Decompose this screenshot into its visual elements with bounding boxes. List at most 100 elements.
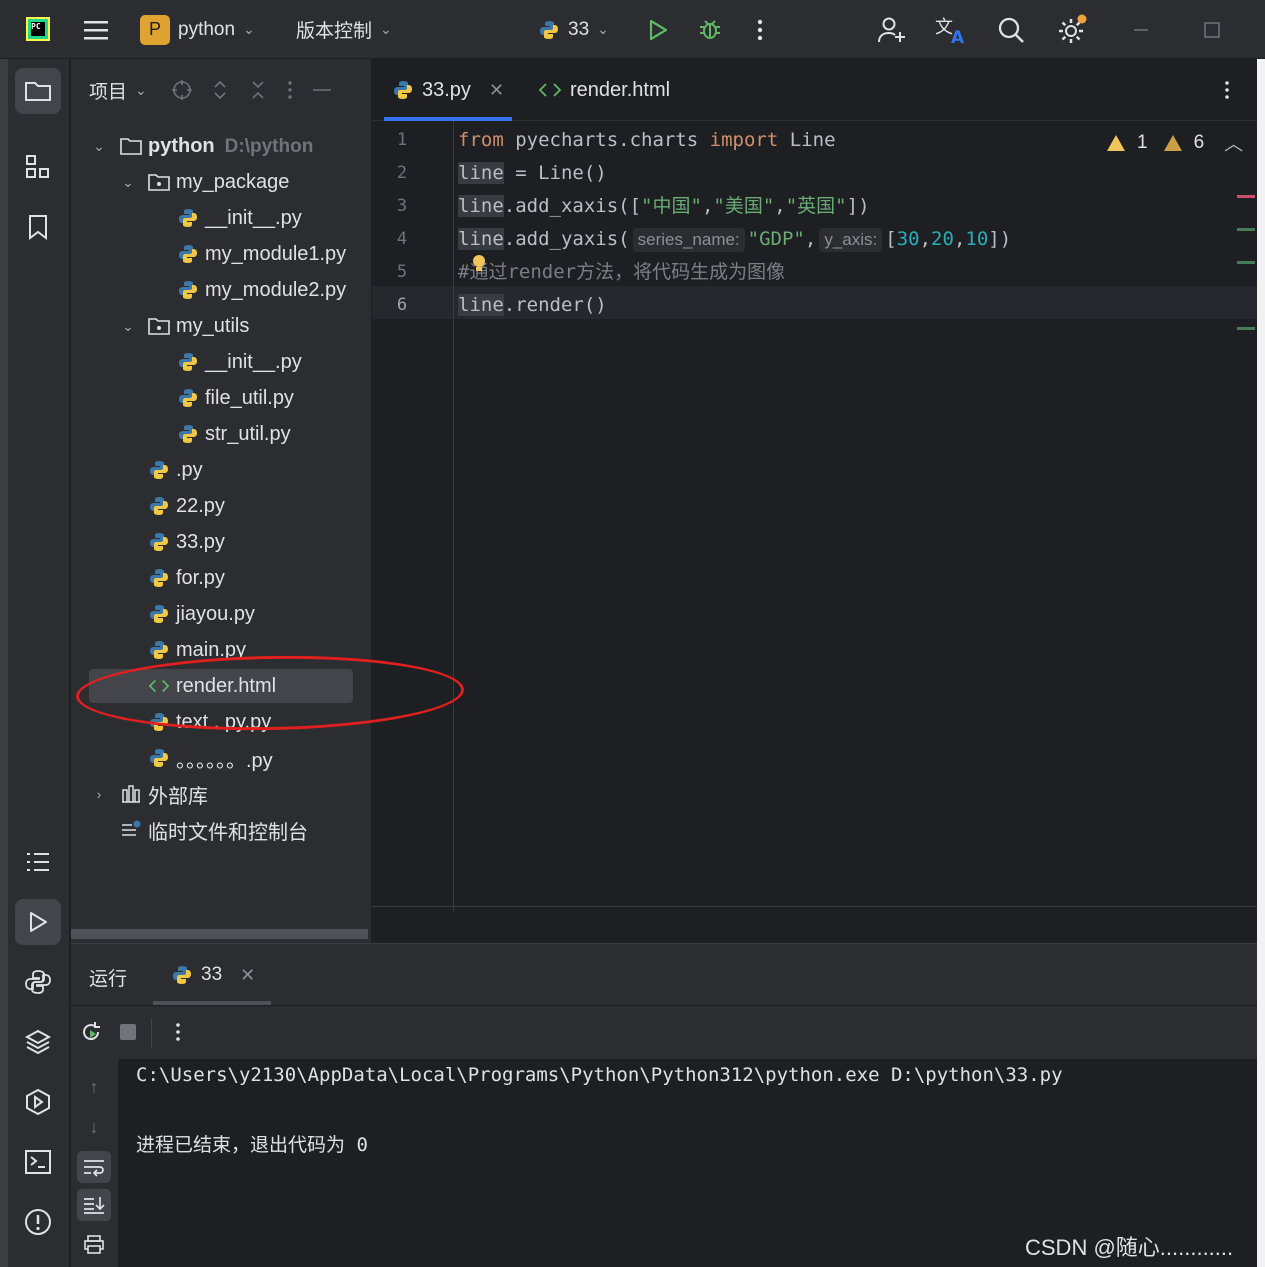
close-icon[interactable]: ✕ xyxy=(489,80,504,101)
code-line-5: #通过render方法，将代码生成为图像 xyxy=(458,261,786,283)
more-vertical-icon xyxy=(757,19,763,40)
chevron-down-icon[interactable]: ⌄ xyxy=(91,138,107,155)
tree-item-file[interactable]: main.py xyxy=(71,633,371,667)
previous-highlight-icon[interactable]: ︿ xyxy=(1224,129,1243,156)
run-config-selector[interactable]: 33 ⌄ xyxy=(538,0,609,59)
error-stripe-mark[interactable] xyxy=(1237,261,1255,264)
tree-item-label: 22.py xyxy=(176,494,225,517)
todo-tool-button[interactable] xyxy=(15,839,61,885)
main-menu-button[interactable] xyxy=(82,0,110,59)
python-packages-tool-button[interactable] xyxy=(15,1019,61,1065)
more-vertical-icon[interactable] xyxy=(285,79,295,101)
tree-item-my-utils[interactable]: ⌄ my_utils xyxy=(71,309,371,343)
collapse-all-icon[interactable] xyxy=(247,79,269,101)
python-file-icon xyxy=(148,711,170,733)
error-stripe-mark[interactable] xyxy=(1237,327,1255,330)
error-stripe-mark[interactable] xyxy=(1237,195,1255,198)
stop-icon[interactable] xyxy=(119,1023,137,1041)
close-icon[interactable]: ✕ xyxy=(240,965,255,986)
project-panel-header[interactable]: 项目 ⌄ xyxy=(89,77,147,104)
tab-options-button[interactable] xyxy=(1222,59,1232,121)
python-file-icon xyxy=(177,243,199,265)
run-tab-33[interactable]: 33 ✕ xyxy=(171,964,255,986)
lightbulb-icon[interactable] xyxy=(471,253,487,273)
scroll-to-end-icon[interactable] xyxy=(77,1189,111,1221)
chevron-right-icon[interactable]: › xyxy=(91,786,107,802)
tree-item-file[interactable]: my_module2.py xyxy=(71,273,371,307)
run-icon xyxy=(649,19,668,40)
run-config-name: 33 xyxy=(568,18,590,40)
error-stripe-mark[interactable] xyxy=(1237,228,1255,231)
tree-item-python[interactable]: ⌄ python D:\python xyxy=(71,129,371,163)
folder-icon xyxy=(120,135,142,157)
soft-wrap-icon[interactable] xyxy=(77,1151,111,1183)
python-file-icon xyxy=(177,279,199,301)
tree-item-file[interactable]: 33.py xyxy=(71,525,371,559)
debug-button[interactable] xyxy=(697,0,723,59)
layers-icon xyxy=(24,1029,52,1055)
hide-panel-icon[interactable] xyxy=(311,79,333,101)
maximize-button[interactable] xyxy=(1202,0,1222,59)
line-number: 1 xyxy=(396,130,408,150)
expand-all-icon[interactable] xyxy=(209,79,231,101)
bookmarks-tool-button[interactable] xyxy=(15,204,61,250)
tree-item-file[interactable]: for.py xyxy=(71,561,371,595)
print-icon[interactable] xyxy=(77,1229,111,1261)
warning-count: 1 xyxy=(1137,131,1148,153)
editor-area: 33.py ✕ render.html 1 2 3 4 5 6 from pye… xyxy=(372,59,1265,943)
python-console-tool-button[interactable] xyxy=(15,959,61,1005)
tree-item-file[interactable]: __init__.py xyxy=(71,345,371,379)
tree-item-file[interactable]: file_util.py xyxy=(71,381,371,415)
python-file-icon xyxy=(177,351,199,373)
inspection-widget[interactable]: 1 6 ︿ ﹀ xyxy=(1107,129,1265,156)
tree-item-file[interactable]: text . py.py xyxy=(71,705,371,739)
scroll-down-icon[interactable]: ↓ xyxy=(77,1111,111,1143)
problems-tool-button[interactable] xyxy=(15,1199,61,1245)
tree-item-label: 33.py xyxy=(176,530,225,553)
more-actions-button[interactable] xyxy=(755,0,765,59)
tree-item-file[interactable]: my_module1.py xyxy=(71,237,371,271)
html-file-icon xyxy=(538,83,562,97)
code-with-me-button[interactable] xyxy=(877,0,907,59)
project-selector[interactable]: P python ⌄ xyxy=(140,0,255,59)
tab-33-py[interactable]: 33.py ✕ xyxy=(383,59,513,121)
chevron-down-icon[interactable]: ⌄ xyxy=(120,318,136,335)
settings-button[interactable] xyxy=(1056,0,1088,59)
chevron-down-icon[interactable]: ⌄ xyxy=(120,174,136,191)
tree-item-file[interactable]: jiayou.py xyxy=(71,597,371,631)
tree-item-label: my_utils xyxy=(176,314,250,337)
services-icon xyxy=(26,1088,50,1116)
locate-icon[interactable] xyxy=(171,79,193,101)
tree-item-label: text . py.py xyxy=(176,710,272,733)
more-vertical-icon[interactable] xyxy=(173,1021,183,1043)
tree-item-file[interactable]: __init__.py xyxy=(71,201,371,235)
tree-item-label: 外部库 xyxy=(148,785,208,808)
run-icon xyxy=(30,912,47,932)
services-tool-button[interactable] xyxy=(15,1079,61,1125)
project-tool-button[interactable] xyxy=(15,68,61,114)
terminal-tool-button[interactable] xyxy=(15,1139,61,1185)
tree-item-external-libraries[interactable]: › 外部库 xyxy=(71,777,371,811)
structure-tool-button[interactable] xyxy=(15,144,61,190)
minimize-button[interactable] xyxy=(1131,0,1151,59)
tree-item-label: my_module1.py xyxy=(205,242,347,265)
run-button[interactable] xyxy=(646,0,670,59)
tab-render-html[interactable]: render.html xyxy=(538,59,670,121)
tree-item-scratches[interactable]: 临时文件和控制台 xyxy=(71,813,371,847)
search-everywhere-button[interactable] xyxy=(997,0,1025,59)
tree-item-file[interactable]: .py xyxy=(71,453,371,487)
problems-icon xyxy=(25,1209,51,1235)
tree-item-file[interactable]: str_util.py xyxy=(71,417,371,451)
tree-item-render-html[interactable]: render.html xyxy=(89,669,353,703)
run-tool-button[interactable] xyxy=(15,899,61,945)
tree-item-file[interactable]: 22.py xyxy=(71,489,371,523)
translate-button[interactable]: 文A xyxy=(934,0,968,59)
tree-item-my-package[interactable]: ⌄ my_package xyxy=(71,165,371,199)
scroll-up-icon[interactable]: ↑ xyxy=(77,1071,111,1103)
tree-item-file[interactable]: 。。。。。。.py xyxy=(71,741,371,775)
vcs-menu[interactable]: 版本控制 ⌄ xyxy=(296,0,392,59)
horizontal-scrollbar[interactable] xyxy=(71,929,368,939)
structure-icon xyxy=(26,155,49,178)
tree-item-label: file_util.py xyxy=(205,386,294,409)
rerun-icon[interactable] xyxy=(79,1020,103,1044)
